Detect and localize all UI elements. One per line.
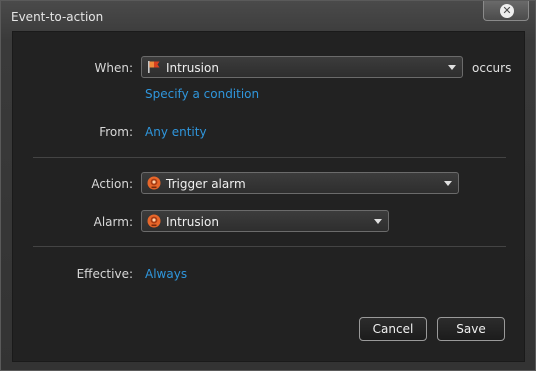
cancel-button[interactable]: Cancel [359, 317, 427, 341]
close-button[interactable]: ✕ [483, 1, 529, 21]
save-button[interactable]: Save [437, 317, 505, 341]
occurs-text: occurs [472, 61, 512, 75]
close-icon: ✕ [500, 4, 514, 18]
from-label: From: [99, 125, 133, 139]
chevron-down-icon [448, 65, 456, 70]
chevron-down-icon [444, 181, 452, 186]
divider-bottom [33, 246, 506, 247]
alarm-dropdown[interactable]: Intrusion [141, 210, 389, 232]
when-label: When: [94, 61, 133, 75]
alarm-icon [147, 176, 161, 190]
title-bar: Event-to-action ✕ [1, 1, 535, 31]
dialog-title: Event-to-action [11, 10, 104, 24]
specify-condition-link[interactable]: Specify a condition [145, 87, 259, 101]
chevron-down-icon [374, 219, 382, 224]
any-entity-link[interactable]: Any entity [145, 125, 207, 139]
when-event-value: Intrusion [166, 61, 219, 75]
alarm-icon [147, 214, 161, 228]
dialog-content: When: Intrusion occurs Specify a conditi… [12, 31, 525, 362]
action-value: Trigger alarm [166, 177, 246, 191]
alarm-value: Intrusion [166, 215, 219, 229]
flag-icon [148, 61, 160, 73]
event-to-action-dialog: Event-to-action ✕ When: Intrusion occurs… [0, 0, 536, 371]
action-label: Action: [91, 177, 133, 191]
when-event-dropdown[interactable]: Intrusion [141, 56, 463, 78]
effective-label: Effective: [76, 267, 133, 281]
alarm-label: Alarm: [93, 215, 133, 229]
always-link[interactable]: Always [145, 267, 187, 281]
action-dropdown[interactable]: Trigger alarm [141, 172, 459, 194]
divider-top [33, 157, 506, 158]
